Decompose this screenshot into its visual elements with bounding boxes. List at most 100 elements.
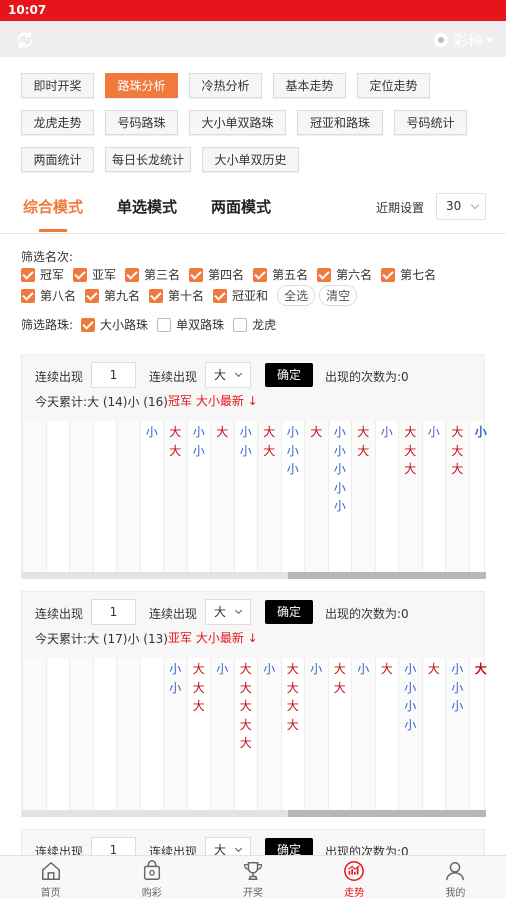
latest-indicator: 冠军 大小最新 ↓: [168, 394, 258, 408]
nav-btn-size-parity-history[interactable]: 大小单双历史: [202, 147, 299, 172]
bottom-tab-bar: 首页 购彩 开奖 走势 我的: [0, 855, 506, 899]
road-checkbox-size[interactable]: 大小路珠: [81, 316, 148, 333]
nav-btn-bead-analysis[interactable]: 路珠分析: [105, 73, 178, 98]
nav-btn-number-bead[interactable]: 号码路珠: [105, 110, 178, 135]
horizontal-scrollbar[interactable]: [22, 810, 486, 817]
tab-single-mode[interactable]: 单选模式: [117, 196, 177, 217]
nav-btn-two-side-stats[interactable]: 两面统计: [21, 147, 94, 172]
nav-button-row: 即时开奖 路珠分析 冷热分析 基本走势 定位走势: [21, 73, 491, 98]
bead-cell: 大: [380, 662, 393, 676]
nav-btn-size-parity-bead[interactable]: 大小单双路珠: [189, 110, 286, 135]
nav-btn-dragon-tiger[interactable]: 龙虎走势: [21, 110, 94, 135]
bead-column: 大: [374, 658, 399, 810]
checkbox-checked-icon: [81, 317, 96, 332]
bead-column: 小小: [186, 421, 211, 572]
nav-btn-position-trend[interactable]: 定位走势: [357, 73, 430, 98]
tab-trend[interactable]: 走势: [304, 856, 405, 899]
bead-column: 小: [210, 658, 234, 810]
bead-cell: 大: [216, 425, 229, 439]
bead-cell: 大: [474, 662, 487, 676]
tab-combined-mode[interactable]: 综合模式: [23, 196, 83, 217]
road-checkbox-parity[interactable]: 单双路珠: [157, 316, 224, 333]
bead-column: 小: [351, 658, 375, 810]
bead-cell: 小: [216, 662, 229, 676]
nav-btn-hot-cold[interactable]: 冷热分析: [189, 73, 262, 98]
period-value: 30: [446, 199, 462, 213]
rank-label: 亚军: [92, 268, 117, 282]
checkbox-checked-icon: [21, 288, 35, 303]
bead-column: 小: [421, 421, 446, 572]
clear-button[interactable]: 清空: [319, 285, 358, 306]
nav-btn-sum-bead[interactable]: 冠亚和路珠: [297, 110, 383, 135]
bead-column: 小: [139, 421, 164, 572]
bead-column: 小: [257, 658, 281, 810]
rank-checkbox-4th[interactable]: 第四名: [189, 266, 244, 283]
active-tab-indicator: [39, 229, 67, 232]
bead-cell: 大: [451, 462, 464, 477]
tab-my-account[interactable]: 我的: [405, 856, 506, 899]
bead-cell: 大: [357, 425, 370, 439]
bead-cell: 大: [357, 443, 370, 458]
confirm-button[interactable]: 确定: [265, 600, 313, 624]
home-icon: [41, 862, 60, 880]
rank-label: 第三名: [144, 268, 181, 282]
bead-column: 大: [304, 421, 328, 572]
confirm-button[interactable]: 确定: [265, 363, 313, 387]
bead-cell: 小: [145, 425, 158, 439]
refresh-icon[interactable]: [14, 29, 36, 51]
bead-column: 大大: [257, 421, 281, 572]
checkbox-checked-icon: [381, 267, 396, 282]
tab-draw-results[interactable]: 开奖: [202, 856, 303, 899]
bead-cell: 小: [169, 680, 182, 695]
checkbox-checked-icon: [213, 288, 228, 303]
rank-checkbox-9th[interactable]: 第九名: [85, 287, 140, 304]
nav-btn-daily-streak[interactable]: 每日长龙统计: [105, 147, 191, 172]
bead-cell: 大: [310, 425, 323, 439]
rank-checkbox-champion[interactable]: 冠军: [21, 266, 64, 283]
rank-checkbox-3rd[interactable]: 第三名: [125, 266, 180, 283]
bead-cell: 大: [169, 425, 182, 439]
horizontal-scrollbar[interactable]: [22, 572, 486, 579]
nav-button-row: 龙虎走势 号码路珠 大小单双路珠 冠亚和路珠 号码统计: [21, 110, 491, 135]
nav-btn-number-stats[interactable]: 号码统计: [394, 110, 467, 135]
bead-column: 大: [468, 658, 493, 810]
bead-cell: 大: [286, 680, 299, 695]
checkbox-checked-icon: [73, 267, 88, 282]
size-select[interactable]: 大: [205, 362, 251, 388]
rank-checkbox-5th[interactable]: 第五名: [253, 266, 308, 283]
count-input[interactable]: 1: [91, 362, 136, 388]
rank-checkbox-10th[interactable]: 第十名: [149, 287, 204, 304]
period-select[interactable]: 30: [436, 193, 486, 220]
nav-btn-basic-trend[interactable]: 基本走势: [273, 73, 346, 98]
period-label: 近期设置: [376, 201, 425, 215]
bead-cell: 小: [404, 699, 417, 714]
bead-cell: 小: [404, 662, 417, 676]
select-all-button[interactable]: 全选: [277, 285, 316, 306]
rank-checkbox-7th[interactable]: 第七名: [381, 266, 436, 283]
bead-column: 大大大大: [280, 658, 305, 810]
road-label: 龙虎: [252, 318, 277, 332]
scrollbar-thumb[interactable]: [288, 572, 486, 579]
nav-btn-instant-draw[interactable]: 即时开奖: [21, 73, 94, 98]
bead-cell: 小: [192, 443, 205, 458]
bead-cell: 大: [333, 662, 346, 676]
rank-checkbox-6th[interactable]: 第六名: [317, 266, 372, 283]
size-select[interactable]: 大: [205, 599, 251, 625]
bead-cell: 小: [427, 425, 440, 439]
bead-column: 大大大: [186, 658, 211, 810]
lottery-bag-icon: [143, 860, 160, 880]
lottery-type-picker[interactable]: 彩种: [433, 29, 494, 51]
scrollbar-thumb[interactable]: [288, 810, 486, 817]
rank-checkbox-sum[interactable]: 冠亚和: [213, 287, 268, 304]
bead-cell: 大: [263, 425, 276, 439]
road-checkbox-dragon-tiger[interactable]: 龙虎: [233, 316, 276, 333]
count-input[interactable]: 1: [91, 599, 136, 625]
rank-checkbox-8th[interactable]: 第八名: [21, 287, 76, 304]
bead-column: 大大大: [445, 421, 469, 572]
tab-two-side-mode[interactable]: 两面模式: [211, 196, 271, 217]
bead-column: [92, 658, 117, 810]
bead-cell: 小: [286, 425, 299, 439]
tab-home[interactable]: 首页: [0, 856, 101, 899]
rank-checkbox-runner-up[interactable]: 亚军: [73, 266, 116, 283]
tab-buy-lottery[interactable]: 购彩: [101, 856, 202, 899]
